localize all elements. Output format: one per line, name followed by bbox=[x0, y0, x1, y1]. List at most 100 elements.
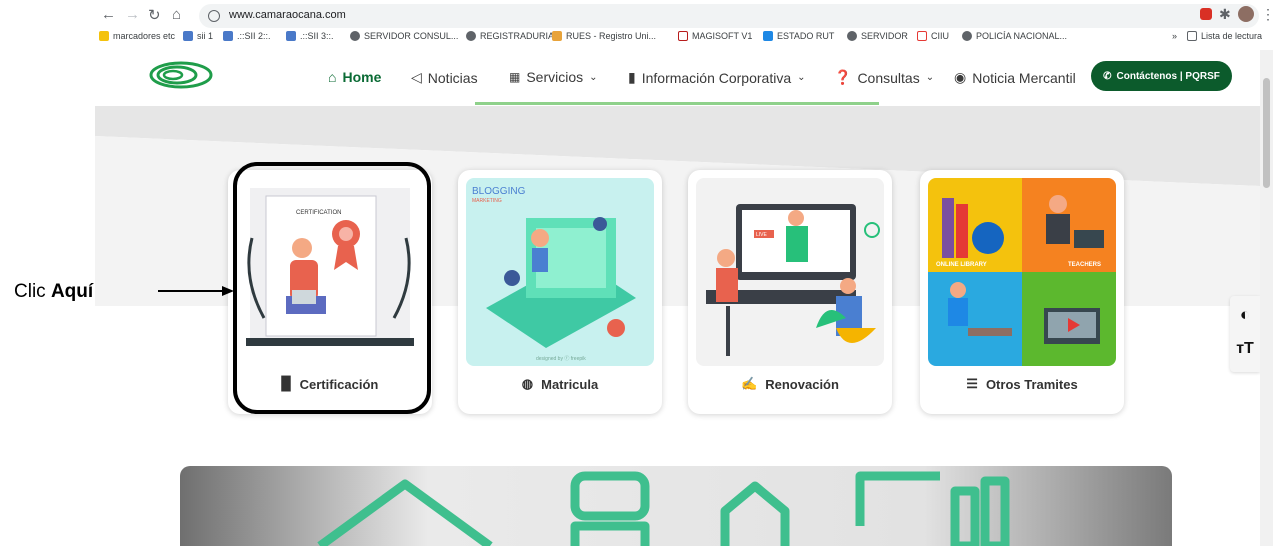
grid-icon: ▦ bbox=[509, 70, 521, 84]
bookmark-item[interactable]: sii 1 bbox=[183, 31, 213, 41]
card-matricula[interactable]: BLOGGING MARKETING designed by ⓕ freepik… bbox=[458, 170, 662, 414]
nav-noticias-label: Noticias bbox=[427, 69, 478, 86]
promo-banner bbox=[180, 466, 1172, 546]
avatar[interactable] bbox=[1238, 6, 1254, 22]
bookmark-folder[interactable]: marcadores etc bbox=[99, 31, 175, 41]
scrollbar-thumb[interactable] bbox=[1263, 78, 1270, 188]
chevron-down-icon: ⌄ bbox=[797, 72, 806, 83]
bookmark-label: ESTADO RUT bbox=[777, 31, 835, 41]
annotation-prefix: Clic bbox=[14, 281, 51, 302]
puzzle-icon[interactable]: ✱ bbox=[1219, 6, 1231, 23]
extension-icon[interactable] bbox=[1200, 8, 1212, 20]
bookmark-label: sii 1 bbox=[197, 31, 214, 41]
reload-icon[interactable]: ↻ bbox=[148, 6, 161, 24]
chat-icon: ◉ bbox=[954, 69, 967, 85]
more-bookmarks-button[interactable]: » bbox=[1172, 31, 1177, 41]
url-text: www.camaraocana.com bbox=[229, 9, 346, 21]
globe-icon bbox=[962, 31, 972, 41]
bookmark-label: CIIU bbox=[931, 31, 949, 41]
nav-informacion-label: Información Corporativa bbox=[641, 69, 792, 86]
bookmark-label: MAGISOFT V1 bbox=[692, 31, 753, 41]
card-renovacion[interactable]: LIVE ✍ Renovación bbox=[688, 170, 892, 414]
online-library-text: ONLINE LIBRARY bbox=[936, 262, 987, 268]
bookmark-label: POLICÍA NACIONAL... bbox=[976, 31, 1068, 41]
folder-icon bbox=[99, 31, 109, 41]
rues-icon bbox=[552, 31, 562, 41]
bookmark-item[interactable]: RUES - Registro Uni... bbox=[552, 31, 656, 41]
fingerprint-icon: ◍ bbox=[521, 376, 534, 391]
nav-noticias[interactable]: ◁ Noticias bbox=[411, 69, 478, 86]
bookmarks-bar: marcadores etc sii 1 .::SII 2::. .::SII … bbox=[95, 28, 1273, 48]
online-learning-illustration: ONLINE LIBRARY TEACHERS bbox=[928, 178, 1116, 366]
nav-servicios-label: Servicios bbox=[526, 69, 584, 85]
nav-informacion-corporativa[interactable]: ▮ Información Corporativa ⌄ bbox=[628, 69, 806, 86]
menu-icon[interactable]: ⋮ bbox=[1261, 6, 1273, 23]
globe-icon bbox=[350, 31, 360, 41]
nav-home[interactable]: ⌂ Home bbox=[328, 69, 381, 85]
question-icon: ❓ bbox=[834, 69, 852, 85]
nav-consultas-label: Consultas bbox=[857, 69, 920, 86]
database-icon: ☰ bbox=[966, 376, 978, 391]
chevron-down-icon: ⌄ bbox=[589, 71, 598, 83]
bookmark-label: RUES - Registro Uni... bbox=[566, 31, 657, 41]
bookmark-label: .::SII 3::. bbox=[300, 31, 334, 41]
browser-toolbar: ← → ↻ ⌂ www.camaraocana.com ✱ ⋮ bbox=[95, 2, 1273, 28]
card-otros-tramites[interactable]: ONLINE LIBRARY TEACHERS ☰ Otros Tramites bbox=[920, 170, 1124, 414]
page-scrollbar[interactable] bbox=[1260, 50, 1273, 546]
annotation-bold: Aquí bbox=[50, 281, 94, 302]
bookmark-item[interactable]: .::SII 2::. bbox=[223, 31, 271, 41]
bookmark-item[interactable]: SERVIDOR bbox=[847, 31, 908, 41]
back-icon[interactable]: ← bbox=[101, 6, 116, 23]
text-size-icon[interactable]: тT bbox=[1230, 340, 1260, 358]
reading-list-label: Lista de lectura bbox=[1201, 31, 1263, 41]
address-bar[interactable] bbox=[199, 4, 1259, 28]
sii-icon bbox=[286, 31, 296, 41]
ciiu-icon bbox=[917, 31, 927, 41]
nav-noticia-mercantil[interactable]: ◉ Noticia Mercantil bbox=[954, 69, 1076, 86]
nav-noticia-label: Noticia Mercantil bbox=[972, 69, 1076, 86]
contrast-icon[interactable]: ◐ bbox=[1230, 305, 1260, 325]
nav-servicios[interactable]: ▦ Servicios ⌄ bbox=[509, 69, 598, 85]
globe-icon bbox=[847, 31, 857, 41]
webinar-illustration: LIVE bbox=[696, 178, 884, 366]
bookmark-label: REGISTRADURIA bbox=[480, 31, 555, 41]
phone-icon: ✆ bbox=[1103, 70, 1112, 82]
browser-chrome: ← → ↻ ⌂ www.camaraocana.com ✱ ⋮ marcador… bbox=[95, 0, 1273, 50]
bookmark-item[interactable]: SERVIDOR CONSUL... bbox=[350, 31, 458, 41]
bookmark-label: SERVIDOR CONSUL... bbox=[364, 31, 459, 41]
sii-icon bbox=[183, 31, 193, 41]
reading-list-button[interactable]: Lista de lectura bbox=[1187, 31, 1262, 41]
chevron-down-icon: ⌄ bbox=[925, 72, 935, 83]
annotation-label: Clic Aquí bbox=[14, 281, 93, 303]
card-label: ◍ Matricula bbox=[458, 376, 662, 392]
bookmark-item[interactable]: CIIU bbox=[917, 31, 949, 41]
bookmark-item[interactable]: REGISTRADURIA bbox=[466, 31, 554, 41]
bookmark-item[interactable]: ESTADO RUT bbox=[763, 31, 834, 41]
designed-by-text: designed by ⓕ freepik bbox=[536, 355, 586, 362]
blogging-title: BLOGGING bbox=[472, 186, 526, 197]
highlight-frame bbox=[233, 162, 431, 414]
nav-home-label: Home bbox=[342, 69, 382, 85]
logo[interactable] bbox=[147, 59, 215, 91]
site-navbar: ⌂ Home ◁ Noticias ▦ Servicios ⌄ ▮ Información… bbox=[95, 50, 1260, 106]
bookmark-label: .::SII 2::. bbox=[237, 31, 271, 41]
globe-icon bbox=[466, 31, 476, 41]
bookmark-item[interactable]: MAGISOFT V1 bbox=[678, 31, 752, 41]
contact-button[interactable]: ✆ Contáctenos | PQRSF bbox=[1091, 61, 1232, 91]
forward-icon[interactable]: → bbox=[125, 6, 140, 23]
bookmark-item[interactable]: POLICÍA NACIONAL... bbox=[962, 31, 1067, 41]
bookmark-icon: ▮ bbox=[628, 69, 636, 85]
site-info-icon[interactable] bbox=[208, 10, 220, 22]
bookmark-label: SERVIDOR bbox=[861, 31, 908, 41]
bookmark-item[interactable]: .::SII 3::. bbox=[286, 31, 334, 41]
home-underline bbox=[475, 102, 879, 105]
blogging-illustration: BLOGGING MARKETING designed by ⓕ freepik bbox=[466, 178, 654, 366]
annotation-arrow-icon bbox=[158, 286, 234, 296]
rut-icon bbox=[763, 31, 773, 41]
nav-consultas[interactable]: ❓ Consultas ⌄ bbox=[834, 69, 934, 86]
home-icon[interactable]: ⌂ bbox=[172, 6, 181, 23]
card-label: ✍ Renovación bbox=[688, 376, 892, 392]
contact-label: Contáctenos | PQRSF bbox=[1116, 70, 1220, 82]
reading-list-icon bbox=[1187, 31, 1197, 41]
accessibility-tools: ◐ тT bbox=[1230, 296, 1260, 372]
